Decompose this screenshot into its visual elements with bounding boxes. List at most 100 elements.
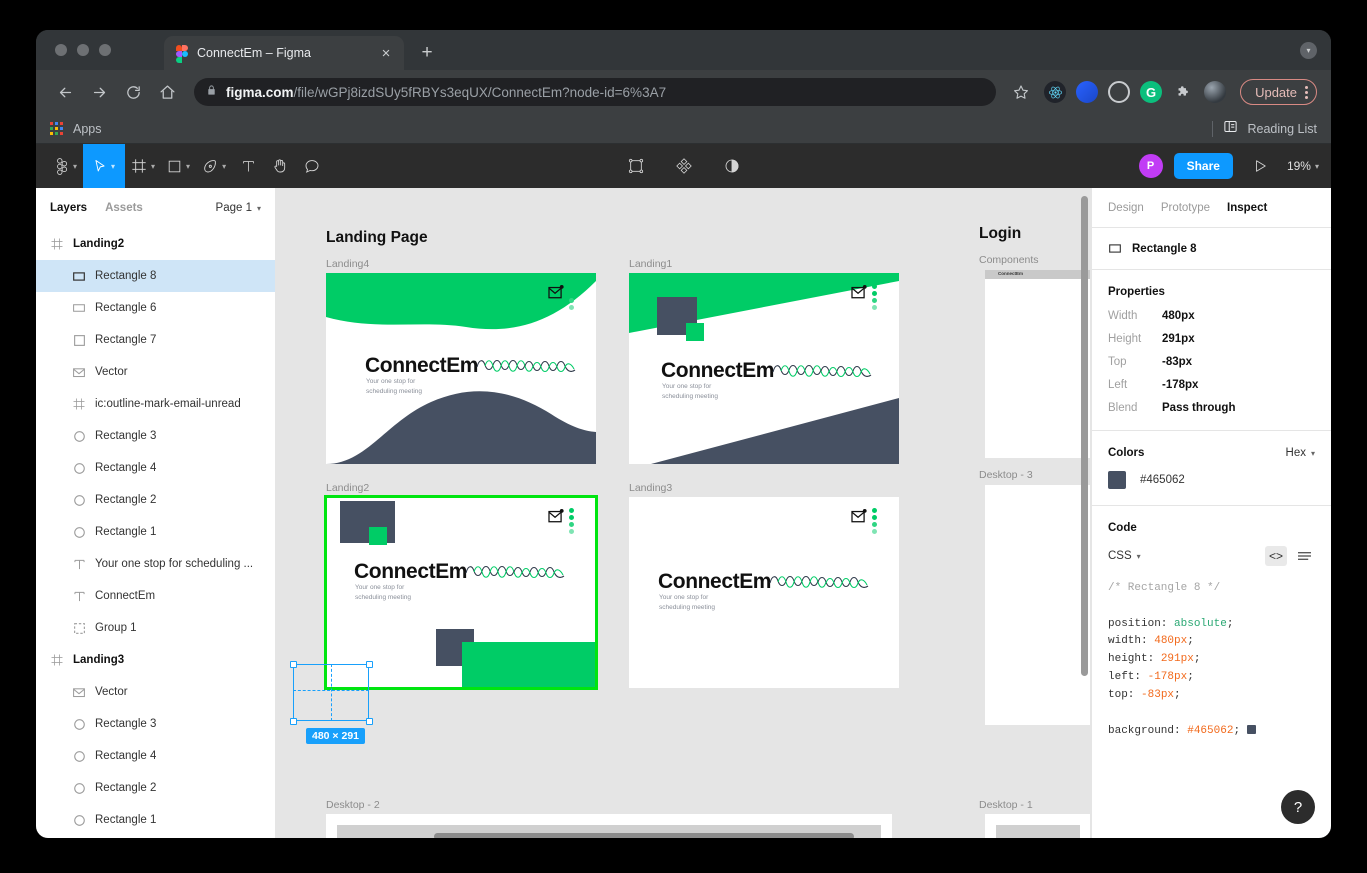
layer-row[interactable]: ConnectEm: [36, 580, 275, 612]
pen-tool-button[interactable]: ▾: [196, 144, 232, 188]
extensions-puzzle-icon[interactable]: [1172, 81, 1194, 103]
frame-landing3[interactable]: ConnectEm Your one stop for scheduling m…: [629, 497, 899, 688]
code-view-icon[interactable]: <>: [1265, 546, 1287, 566]
tab-layers[interactable]: Layers: [50, 202, 87, 214]
frame-label-desktop1[interactable]: Desktop - 1: [979, 799, 1033, 811]
tab-search-icon[interactable]: ▾: [1300, 42, 1317, 59]
tab-prototype[interactable]: Prototype: [1161, 202, 1210, 214]
home-icon[interactable]: [152, 77, 182, 107]
layer-row[interactable]: Rectangle 3: [36, 708, 275, 740]
reading-list-label[interactable]: Reading List: [1248, 122, 1318, 136]
design-canvas[interactable]: Landing Page Landing4 ConnectEm Your one…: [276, 188, 1091, 838]
present-play-icon[interactable]: [1244, 144, 1276, 188]
frame-landing1[interactable]: ConnectEm Your one stop for scheduling m…: [629, 273, 899, 464]
frame-components[interactable]: ConnectEm: [985, 270, 1090, 458]
layer-row[interactable]: Rectangle 4: [36, 740, 275, 772]
color-format-dropdown[interactable]: Hex ▾: [1286, 447, 1315, 459]
help-button[interactable]: ?: [1281, 790, 1315, 824]
react-devtools-extension-icon[interactable]: [1044, 81, 1067, 103]
color-swatch[interactable]: [1108, 471, 1126, 489]
update-button[interactable]: Update: [1240, 79, 1317, 105]
resize-handle-top-right[interactable]: [366, 661, 373, 668]
canvas-horizontal-scrollbar[interactable]: [434, 833, 854, 838]
layer-row[interactable]: Rectangle 1: [36, 804, 275, 836]
minimize-window-button[interactable]: [77, 44, 89, 56]
layer-row[interactable]: Landing2: [36, 228, 275, 260]
profile-avatar[interactable]: [1204, 81, 1227, 103]
components-library-button[interactable]: [668, 144, 700, 188]
back-icon[interactable]: [50, 77, 80, 107]
layer-row[interactable]: Rectangle 8: [36, 260, 275, 292]
frame-desktop1[interactable]: [985, 814, 1090, 838]
frame-landing2[interactable]: ConnectEm Your one stop for scheduling m…: [326, 497, 596, 688]
blue-diamond-extension-icon[interactable]: [1076, 81, 1099, 103]
contrast-toggle-button[interactable]: [716, 144, 748, 188]
frame-label-desktop3[interactable]: Desktop - 3: [979, 469, 1033, 481]
frame-label-desktop2[interactable]: Desktop - 2: [326, 799, 380, 811]
close-window-button[interactable]: [55, 44, 67, 56]
color-row[interactable]: #465062: [1108, 471, 1315, 489]
browser-tab[interactable]: ConnectEm – Figma ×: [164, 36, 404, 70]
page-selector[interactable]: Page 1 ▾: [216, 202, 261, 214]
apps-grid-icon[interactable]: [50, 122, 63, 135]
new-tab-button[interactable]: +: [414, 39, 440, 65]
component-tool-button[interactable]: [620, 144, 652, 188]
bookmark-star-icon[interactable]: [1008, 79, 1034, 105]
frame-label-landing1[interactable]: Landing1: [629, 258, 672, 270]
property-value[interactable]: Pass through: [1162, 402, 1235, 414]
shape-tool-button[interactable]: ▾: [161, 144, 196, 188]
chrome-menu-icon[interactable]: [1305, 85, 1308, 99]
frame-label-landing3[interactable]: Landing3: [629, 482, 672, 494]
frame-landing4[interactable]: ConnectEm Your one stop for scheduling m…: [326, 273, 596, 464]
list-view-icon[interactable]: [1293, 546, 1315, 566]
collaborator-avatar[interactable]: P: [1138, 154, 1163, 178]
layer-row[interactable]: Vector: [36, 356, 275, 388]
close-tab-button[interactable]: ×: [376, 43, 396, 63]
window-traffic-lights[interactable]: [55, 44, 111, 56]
address-bar[interactable]: figma.com/file/wGPj8izdSUy5fRBYs3eqUX/Co…: [194, 78, 997, 106]
property-value[interactable]: -178px: [1162, 379, 1198, 391]
maximize-window-button[interactable]: [99, 44, 111, 56]
components-label[interactable]: Components: [979, 254, 1039, 266]
layer-row[interactable]: Rectangle 2: [36, 772, 275, 804]
zoom-level-dropdown[interactable]: 19% ▾: [1287, 159, 1319, 173]
property-value[interactable]: 480px: [1162, 310, 1195, 322]
text-tool-button[interactable]: [232, 144, 264, 188]
layer-row[interactable]: Rectangle 6: [36, 292, 275, 324]
comment-tool-button[interactable]: [296, 144, 328, 188]
layer-row[interactable]: ic:outline-mark-email-unread: [36, 388, 275, 420]
figma-main-menu-button[interactable]: ▾: [48, 144, 83, 188]
tab-assets[interactable]: Assets: [105, 202, 143, 214]
layer-row[interactable]: Group 1: [36, 612, 275, 644]
reload-icon[interactable]: [118, 77, 148, 107]
forward-icon[interactable]: [84, 77, 114, 107]
frame-label-landing4[interactable]: Landing4: [326, 258, 369, 270]
layer-row[interactable]: Rectangle 1: [36, 516, 275, 548]
resize-handle-top-left[interactable]: [290, 661, 297, 668]
frame-tool-button[interactable]: ▾: [125, 144, 161, 188]
property-value[interactable]: 291px: [1162, 333, 1195, 345]
property-value[interactable]: -83px: [1162, 356, 1192, 368]
code-language-dropdown[interactable]: CSS ▾: [1108, 550, 1141, 562]
layer-row[interactable]: Rectangle 3: [36, 420, 275, 452]
resize-handle-bottom-right[interactable]: [366, 718, 373, 725]
frame-desktop3[interactable]: [985, 485, 1090, 725]
layer-row[interactable]: Your one stop for scheduling ...: [36, 548, 275, 580]
hand-tool-button[interactable]: [264, 144, 296, 188]
grammarly-extension-icon[interactable]: G: [1140, 81, 1163, 103]
move-tool-button[interactable]: ▾: [83, 144, 126, 188]
reading-list-icon[interactable]: [1223, 119, 1238, 139]
bookmark-apps-label[interactable]: Apps: [73, 122, 102, 136]
layer-row[interactable]: Landing3: [36, 644, 275, 676]
layer-row[interactable]: Vector: [36, 676, 275, 708]
canvas-vertical-scrollbar[interactable]: [1081, 196, 1088, 676]
layer-row[interactable]: Rectangle 4: [36, 452, 275, 484]
tab-inspect[interactable]: Inspect: [1227, 202, 1267, 214]
layer-row[interactable]: Rectangle 2: [36, 484, 275, 516]
share-button[interactable]: Share: [1173, 153, 1233, 179]
resize-handle-bottom-left[interactable]: [290, 718, 297, 725]
target-ring-extension-icon[interactable]: [1108, 81, 1131, 103]
layer-row[interactable]: Rectangle 7: [36, 324, 275, 356]
css-code-block[interactable]: /* Rectangle 8 */ position: absolute; wi…: [1108, 580, 1315, 740]
tab-design[interactable]: Design: [1108, 202, 1144, 214]
